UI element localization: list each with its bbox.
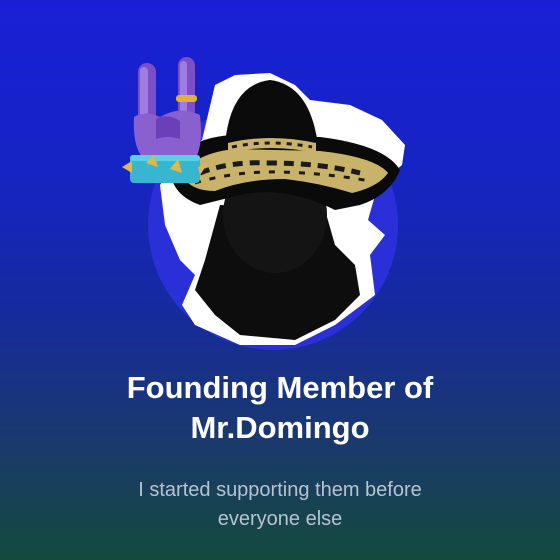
badge-subtitle-line2: everyone else xyxy=(217,508,343,530)
badge-title: Founding Member of Mr.Domingo xyxy=(0,368,560,448)
founding-member-badge-card: Founding Member of Mr.Domingo I started … xyxy=(0,0,560,560)
badge-subtitle-line1: I started supporting them before xyxy=(138,479,422,501)
badge-subtitle: I started supporting them before everyon… xyxy=(0,476,560,534)
rock-on-hand-icon xyxy=(122,57,208,183)
avatar-group xyxy=(120,45,440,355)
badge-title-line2: Mr.Domingo xyxy=(190,410,370,445)
badge-title-line1: Founding Member of xyxy=(126,370,434,405)
